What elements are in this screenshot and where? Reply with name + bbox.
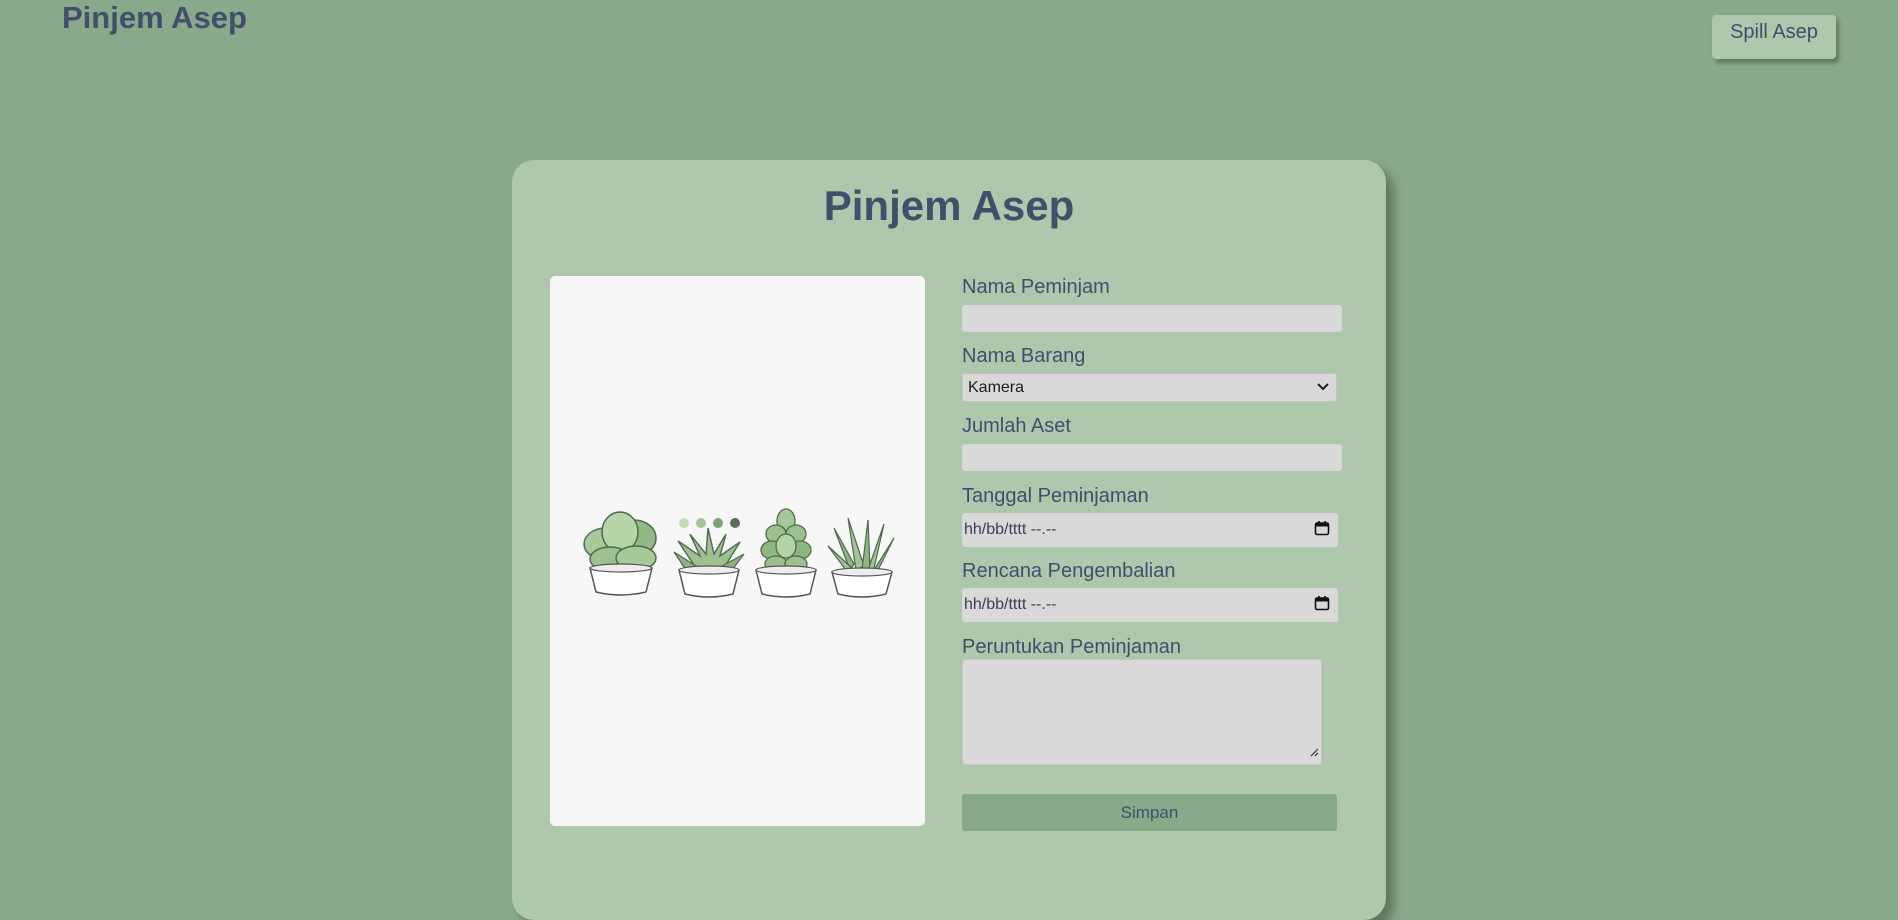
peruntukan-textarea[interactable] xyxy=(962,659,1322,765)
nama-barang-select[interactable]: Kamera xyxy=(962,373,1337,402)
nama-barang-selected-value: Kamera xyxy=(968,378,1025,396)
plant-stacked xyxy=(755,508,817,598)
loan-form-card: Pinjem Asep Nama Peminjam Nama Barang Ka… xyxy=(512,160,1386,920)
nama-barang-label: Nama Barang xyxy=(962,345,1086,367)
spill-asep-button[interactable]: Spill Asep xyxy=(1712,15,1836,59)
app-title: Pinjem Asep xyxy=(62,0,247,35)
rencana-pengembalian-label: Rencana Pengembalian xyxy=(962,560,1176,582)
plant-spiky xyxy=(827,517,895,598)
chevron-down-icon xyxy=(1316,379,1330,397)
date-placeholder: hh/bb/tttt --.-- xyxy=(964,521,1057,538)
calendar-icon[interactable] xyxy=(1314,520,1330,541)
nama-peminjam-input[interactable] xyxy=(962,305,1342,332)
rencana-pengembalian-input[interactable]: hh/bb/tttt --.-- xyxy=(962,588,1338,622)
plant-rosette xyxy=(673,527,745,598)
date-placeholder: hh/bb/tttt --.-- xyxy=(964,596,1057,613)
swatch-dot xyxy=(713,518,723,528)
simpan-button[interactable]: Simpan xyxy=(962,794,1337,831)
tanggal-peminjaman-label: Tanggal Peminjaman xyxy=(962,485,1149,507)
peruntukan-label: Peruntukan Peminjaman xyxy=(962,636,1182,658)
jumlah-aset-label: Jumlah Aset xyxy=(962,415,1071,437)
swatch-dot xyxy=(696,518,706,528)
card-title: Pinjem Asep xyxy=(823,182,1075,229)
jumlah-aset-input[interactable] xyxy=(962,444,1342,471)
tanggal-peminjaman-input[interactable]: hh/bb/tttt --.-- xyxy=(962,513,1338,547)
resize-grip-icon[interactable] xyxy=(1309,744,1319,762)
swatch-dot xyxy=(679,518,689,528)
succulents-illustration xyxy=(550,276,925,826)
nama-peminjam-label: Nama Peminjam xyxy=(962,276,1110,298)
swatch-dot xyxy=(730,518,740,528)
calendar-icon[interactable] xyxy=(1314,595,1330,616)
plant-round-leaves xyxy=(583,511,657,596)
